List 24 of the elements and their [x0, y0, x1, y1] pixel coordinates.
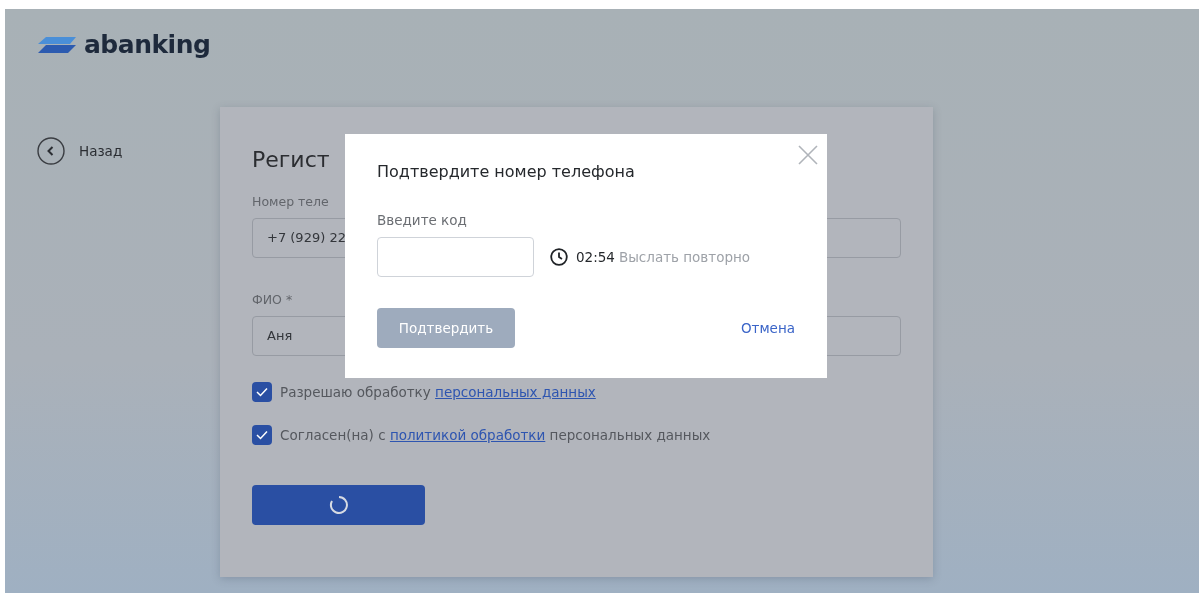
logo-text: abanking — [84, 29, 211, 61]
submit-button[interactable] — [252, 485, 425, 526]
logo-icon — [38, 36, 76, 53]
consent-text: Разрешаю обработку персональных данных — [280, 382, 596, 402]
consent-text: Согласен(на) с политикой обработки персональных данных — [280, 426, 711, 446]
loading-spinner-icon — [328, 495, 349, 516]
field-label: Введите код — [377, 211, 468, 230]
check-icon — [256, 387, 268, 397]
cancel-link[interactable]: Отмена — [740, 318, 795, 339]
modal-title: Подтвердите номер телефона — [377, 161, 636, 183]
countdown-timer: 02:54 — [576, 248, 615, 268]
field-label: ФИО * — [252, 291, 294, 310]
check-icon — [256, 430, 268, 441]
consent-link[interactable]: персональных данных — [435, 383, 596, 400]
back-link[interactable]: Назад — [37, 137, 123, 165]
checkbox[interactable] — [252, 382, 272, 402]
resend-link[interactable]: Выслать повторно — [618, 247, 751, 268]
field-label: Номер теле — [252, 193, 330, 212]
form-title: Регист — [252, 147, 330, 174]
clock-icon — [550, 248, 568, 267]
close-button[interactable] — [797, 144, 819, 166]
code-input-field[interactable] — [377, 237, 534, 278]
consent-link[interactable]: политикой обработки — [389, 427, 546, 444]
checkbox[interactable] — [252, 425, 272, 446]
